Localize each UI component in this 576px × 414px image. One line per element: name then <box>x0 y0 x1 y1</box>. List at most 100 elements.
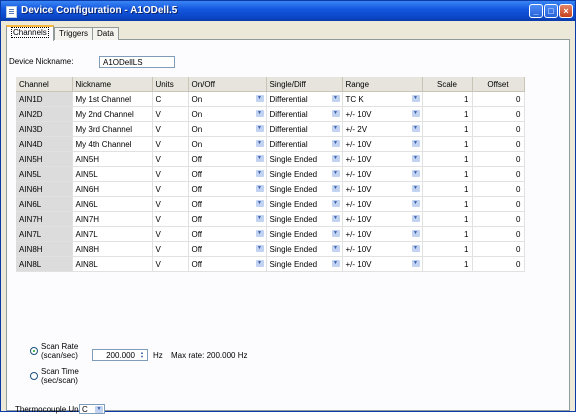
offset-cell[interactable]: 0 <box>472 151 525 167</box>
scale-cell[interactable]: 1 <box>422 106 473 122</box>
header-offset[interactable]: Offset <box>472 77 525 92</box>
single-diff-dropdown[interactable]: Differential ▼ <box>266 91 343 107</box>
chevron-down-icon[interactable]: ▼ <box>411 185 420 192</box>
onoff-dropdown[interactable]: Off ▼ <box>188 151 267 167</box>
chevron-down-icon[interactable]: ▼ <box>331 110 340 117</box>
chevron-down-icon[interactable]: ▼ <box>255 140 264 147</box>
onoff-dropdown[interactable]: Off ▼ <box>188 211 267 227</box>
offset-cell[interactable]: 0 <box>472 256 525 272</box>
range-dropdown[interactable]: +/- 10V ▼ <box>342 136 423 152</box>
onoff-dropdown[interactable]: Off ▼ <box>188 226 267 242</box>
single-diff-dropdown[interactable]: Single Ended ▼ <box>266 166 343 182</box>
single-diff-dropdown[interactable]: Single Ended ▼ <box>266 196 343 212</box>
single-diff-dropdown[interactable]: Single Ended ▼ <box>266 151 343 167</box>
chevron-down-icon[interactable]: ▼ <box>411 95 420 102</box>
single-diff-dropdown[interactable]: Single Ended ▼ <box>266 211 343 227</box>
chevron-down-icon[interactable]: ▼ <box>331 200 340 207</box>
scale-cell[interactable]: 1 <box>422 256 473 272</box>
table-row[interactable]: AIN5L AIN5L V Off ▼ Single Ended ▼ +/- 10V ▼ 1 0 <box>16 166 525 182</box>
table-row[interactable]: AIN7L AIN7L V Off ▼ Single Ended ▼ +/- 10V ▼ 1 0 <box>16 226 525 242</box>
table-row[interactable]: AIN6L AIN6L V Off ▼ Single Ended ▼ +/- 10V ▼ 1 0 <box>16 196 525 212</box>
onoff-dropdown[interactable]: Off ▼ <box>188 196 267 212</box>
table-row[interactable]: AIN3D My 3rd Channel V On ▼ Differential ▼ +/- … <box>16 121 525 137</box>
chevron-down-icon[interactable]: ▼ <box>411 245 420 252</box>
nickname-cell[interactable]: My 2nd Channel <box>72 106 153 122</box>
chevron-down-icon[interactable]: ▼ <box>411 200 420 207</box>
nickname-cell[interactable]: AIN7L <box>72 226 153 242</box>
table-row[interactable]: AIN1D My 1st Channel C On ▼ Differential ▼ TC K… <box>16 91 525 107</box>
onoff-dropdown[interactable]: On ▼ <box>188 91 267 107</box>
offset-cell[interactable]: 0 <box>472 166 525 182</box>
onoff-dropdown[interactable]: On ▼ <box>188 121 267 137</box>
channel-cell[interactable]: AIN8L <box>16 256 73 272</box>
chevron-down-icon[interactable]: ▼ <box>331 230 340 237</box>
single-diff-dropdown[interactable]: Differential ▼ <box>266 136 343 152</box>
range-dropdown[interactable]: +/- 2V ▼ <box>342 121 423 137</box>
offset-cell[interactable]: 0 <box>472 181 525 197</box>
chevron-down-icon[interactable]: ▼ <box>331 155 340 162</box>
range-dropdown[interactable]: +/- 10V ▼ <box>342 226 423 242</box>
nickname-cell[interactable]: AIN7H <box>72 211 153 227</box>
scan-time-radio[interactable] <box>30 372 38 380</box>
chevron-down-icon[interactable]: ▼ <box>255 215 264 222</box>
device-nickname-input[interactable]: A1ODellLS <box>99 56 175 68</box>
minimize-button[interactable]: _ <box>529 4 543 18</box>
units-cell[interactable]: V <box>152 106 189 122</box>
nickname-cell[interactable]: AIN8H <box>72 241 153 257</box>
range-dropdown[interactable]: +/- 10V ▼ <box>342 256 423 272</box>
onoff-dropdown[interactable]: Off ▼ <box>188 181 267 197</box>
units-cell[interactable]: C <box>152 91 189 107</box>
chevron-down-icon[interactable]: ▼ <box>411 170 420 177</box>
scale-cell[interactable]: 1 <box>422 211 473 227</box>
units-cell[interactable]: V <box>152 226 189 242</box>
offset-cell[interactable]: 0 <box>472 121 525 137</box>
chevron-down-icon[interactable]: ▼ <box>255 200 264 207</box>
chevron-down-icon[interactable]: ▼ <box>331 260 340 267</box>
maximize-button[interactable]: □ <box>544 4 558 18</box>
chevron-down-icon[interactable]: ▼ <box>255 245 264 252</box>
single-diff-dropdown[interactable]: Single Ended ▼ <box>266 241 343 257</box>
channel-cell[interactable]: AIN3D <box>16 121 73 137</box>
scan-rate-spinner[interactable]: ▲ ▼ <box>138 351 146 360</box>
offset-cell[interactable]: 0 <box>472 196 525 212</box>
units-cell[interactable]: V <box>152 136 189 152</box>
units-cell[interactable]: V <box>152 256 189 272</box>
thermocouple-units-select[interactable]: C ▼ <box>79 404 105 414</box>
single-diff-dropdown[interactable]: Single Ended ▼ <box>266 226 343 242</box>
nickname-cell[interactable]: AIN8L <box>72 256 153 272</box>
channel-cell[interactable]: AIN5H <box>16 151 73 167</box>
range-dropdown[interactable]: TC K ▼ <box>342 91 423 107</box>
units-cell[interactable]: V <box>152 196 189 212</box>
channel-cell[interactable]: AIN1D <box>16 91 73 107</box>
units-cell[interactable]: V <box>152 241 189 257</box>
nickname-cell[interactable]: AIN6L <box>72 196 153 212</box>
units-cell[interactable]: V <box>152 211 189 227</box>
offset-cell[interactable]: 0 <box>472 106 525 122</box>
nickname-cell[interactable]: AIN6H <box>72 181 153 197</box>
chevron-down-icon[interactable]: ▼ <box>255 260 264 267</box>
range-dropdown[interactable]: +/- 10V ▼ <box>342 241 423 257</box>
table-row[interactable]: AIN8L AIN8L V Off ▼ Single Ended ▼ +/- 10V ▼ 1 0 <box>16 256 525 272</box>
chevron-down-icon[interactable]: ▼ <box>255 125 264 132</box>
scale-cell[interactable]: 1 <box>422 241 473 257</box>
single-diff-dropdown[interactable]: Differential ▼ <box>266 106 343 122</box>
offset-cell[interactable]: 0 <box>472 211 525 227</box>
range-dropdown[interactable]: +/- 10V ▼ <box>342 211 423 227</box>
chevron-down-icon[interactable]: ▼ <box>255 155 264 162</box>
chevron-down-icon[interactable]: ▼ <box>255 95 264 102</box>
close-button[interactable]: × <box>559 4 573 18</box>
channel-cell[interactable]: AIN2D <box>16 106 73 122</box>
table-row[interactable]: AIN6H AIN6H V Off ▼ Single Ended ▼ +/- 10V ▼ 1 0 <box>16 181 525 197</box>
chevron-down-icon[interactable]: ▼ <box>331 170 340 177</box>
chevron-down-icon[interactable]: ▼ <box>411 230 420 237</box>
chevron-down-icon[interactable]: ▼ <box>411 260 420 267</box>
single-diff-dropdown[interactable]: Single Ended ▼ <box>266 181 343 197</box>
table-row[interactable]: AIN5H AIN5H V Off ▼ Single Ended ▼ +/- 10V ▼ 1 0 <box>16 151 525 167</box>
chevron-down-icon[interactable]: ▼ <box>331 245 340 252</box>
table-row[interactable]: AIN2D My 2nd Channel V On ▼ Differential ▼ +/- … <box>16 106 525 122</box>
chevron-down-icon[interactable]: ▼ <box>331 140 340 147</box>
channel-cell[interactable]: AIN7H <box>16 211 73 227</box>
channel-cell[interactable]: AIN6L <box>16 196 73 212</box>
nickname-cell[interactable]: AIN5H <box>72 151 153 167</box>
header-channel[interactable]: Channel <box>16 77 73 92</box>
